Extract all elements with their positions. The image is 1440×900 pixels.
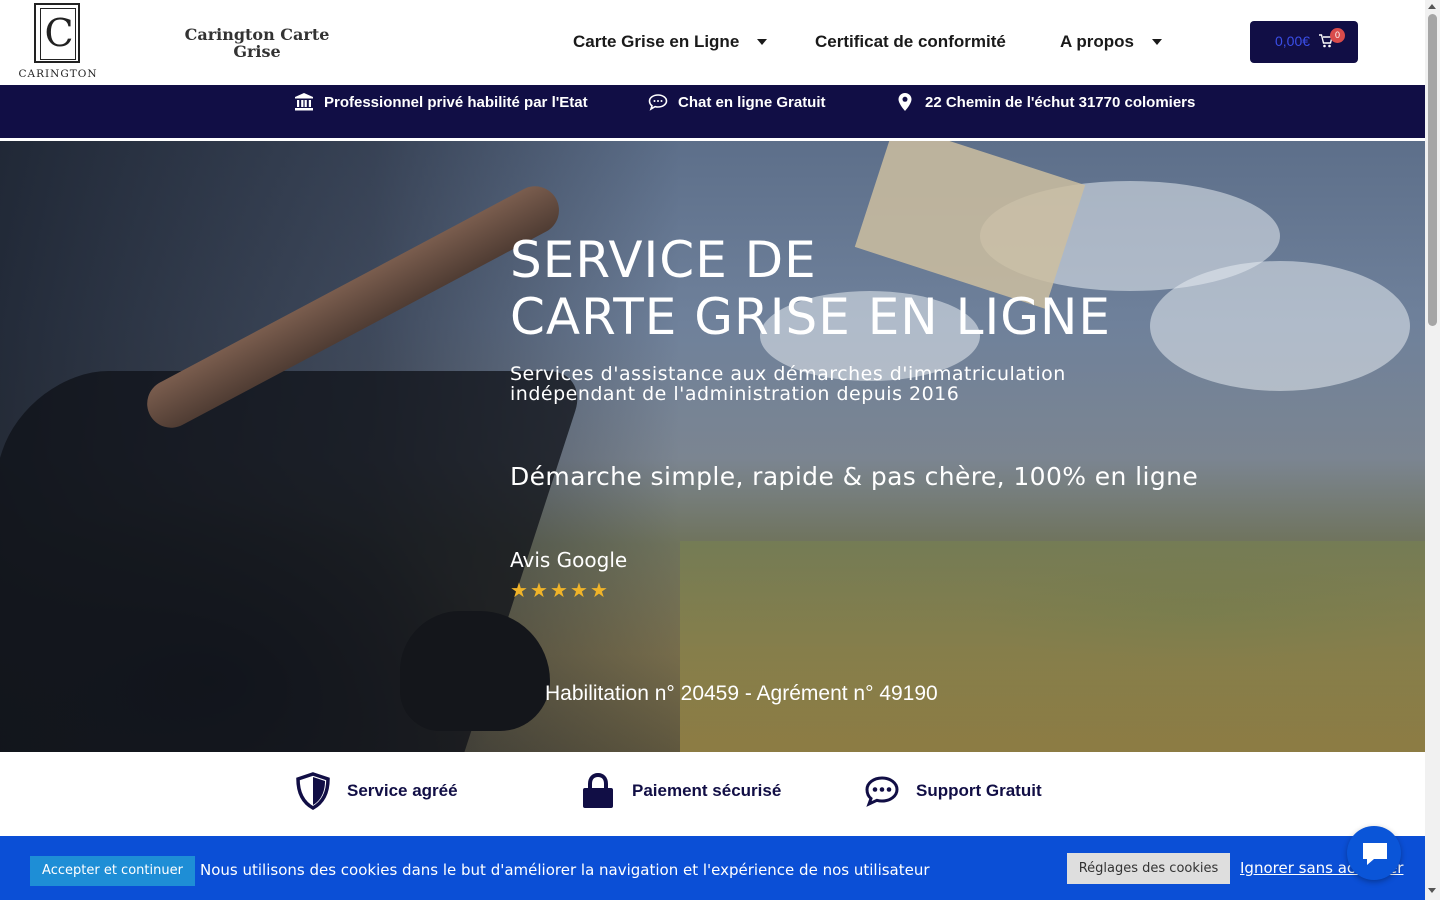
google-reviews-label[interactable]: Avis Google	[510, 548, 627, 572]
info-label: 22 Chemin de l'échut 31770 colomiers	[925, 93, 1196, 111]
info-item-chat[interactable]: Chat en ligne Gratuit	[648, 92, 826, 112]
hero-subtitle: Services d'assistance aux démarches d'im…	[510, 364, 1150, 404]
nav-label: A propos	[1060, 32, 1134, 51]
logo-frame: C	[34, 3, 80, 63]
info-item-address: 22 Chemin de l'échut 31770 colomiers	[895, 92, 1195, 112]
hero-subtitle-line2: indépendant de l'administration depuis 2…	[510, 383, 960, 405]
feature-label: Support Gratuit	[916, 781, 1042, 800]
cart-count-badge: 0	[1330, 28, 1345, 43]
chat-bubble-icon	[1363, 843, 1387, 865]
features-strip: Service agréé Paiement sécurisé Support …	[0, 752, 1425, 836]
nav-carte-grise-en-ligne[interactable]: Carte Grise en Ligne	[573, 32, 768, 52]
caret-down-icon	[1151, 39, 1162, 45]
lock-icon	[583, 772, 613, 808]
scrollbar-thumb[interactable]	[1428, 14, 1437, 326]
star-icon: ★	[550, 578, 568, 602]
nav-a-propos[interactable]: A propos	[1060, 32, 1162, 52]
cookie-banner: Accepter et continuer Nous utilisons des…	[0, 836, 1425, 900]
cookie-accept-button[interactable]: Accepter et continuer	[30, 856, 195, 886]
live-chat-button[interactable]	[1347, 826, 1401, 880]
chat-bubble-icon	[648, 94, 668, 111]
star-icon: ★	[510, 578, 528, 602]
info-item-habilite: Professionnel privé habilité par l'Etat	[294, 92, 588, 112]
caret-down-icon	[757, 39, 768, 45]
feature-label: Paiement sécurisé	[632, 781, 782, 800]
scroll-down-arrow-icon[interactable]	[1428, 888, 1436, 893]
carington-logo[interactable]: C CARINGTON	[18, 3, 98, 81]
rating-stars: ★ ★ ★ ★ ★	[510, 580, 608, 600]
cookie-message: Nous utilisons des cookies dans le but d…	[200, 861, 930, 879]
hero-subtitle-line1: Services d'assistance aux démarches d'im…	[510, 363, 1066, 385]
feature-label: Service agréé	[347, 781, 458, 800]
page-scrollbar[interactable]	[1425, 0, 1440, 900]
nav-label: Certificat de conformité	[815, 32, 1006, 51]
scroll-up-arrow-icon[interactable]	[1428, 4, 1436, 9]
chat-dots-icon	[865, 776, 899, 807]
star-icon: ★	[570, 578, 588, 602]
feature-support-gratuit: Support Gratuit	[864, 772, 1042, 810]
nav-certificat-de-conformite[interactable]: Certificat de conformité	[815, 32, 1006, 52]
info-label: Professionnel privé habilité par l'Etat	[324, 93, 588, 111]
site-header: C CARINGTON Carington Carte Grise Carte …	[0, 0, 1425, 85]
logo-wordmark: CARINGTON	[18, 68, 98, 80]
feature-service-agree: Service agréé	[295, 772, 458, 810]
hero-car-mirror	[400, 611, 550, 731]
hero-title-line1: SERVICE DE	[510, 231, 817, 289]
info-label: Chat en ligne Gratuit	[678, 93, 826, 111]
hero-sunflower-field	[680, 541, 1425, 752]
nav-label: Carte Grise en Ligne	[573, 32, 740, 51]
cookie-settings-button[interactable]: Réglages des cookies	[1067, 853, 1230, 884]
shield-icon	[296, 772, 330, 810]
bank-icon	[295, 93, 313, 111]
cart-button[interactable]: 0,00€ 0	[1250, 21, 1358, 63]
logo-letter: C	[44, 11, 74, 55]
feature-paiement-securise: Paiement sécurisé	[580, 772, 781, 810]
hero-title: SERVICE DE CARTE GRISE EN LIGNE	[510, 232, 1210, 346]
brand-name[interactable]: Carington Carte Grise	[178, 26, 336, 60]
accreditation-text: Habilitation n° 20459 - Agrément n° 4919…	[545, 682, 938, 705]
star-icon: ★	[590, 578, 608, 602]
hero-tagline: Démarche simple, rapide & pas chère, 100…	[510, 462, 1199, 491]
hero-title-line2: CARTE GRISE EN LIGNE	[510, 288, 1111, 346]
location-pin-icon	[898, 93, 912, 111]
info-bar: Professionnel privé habilité par l'Etat …	[0, 85, 1425, 140]
star-icon: ★	[530, 578, 548, 602]
cart-total: 0,00€	[1275, 33, 1311, 49]
